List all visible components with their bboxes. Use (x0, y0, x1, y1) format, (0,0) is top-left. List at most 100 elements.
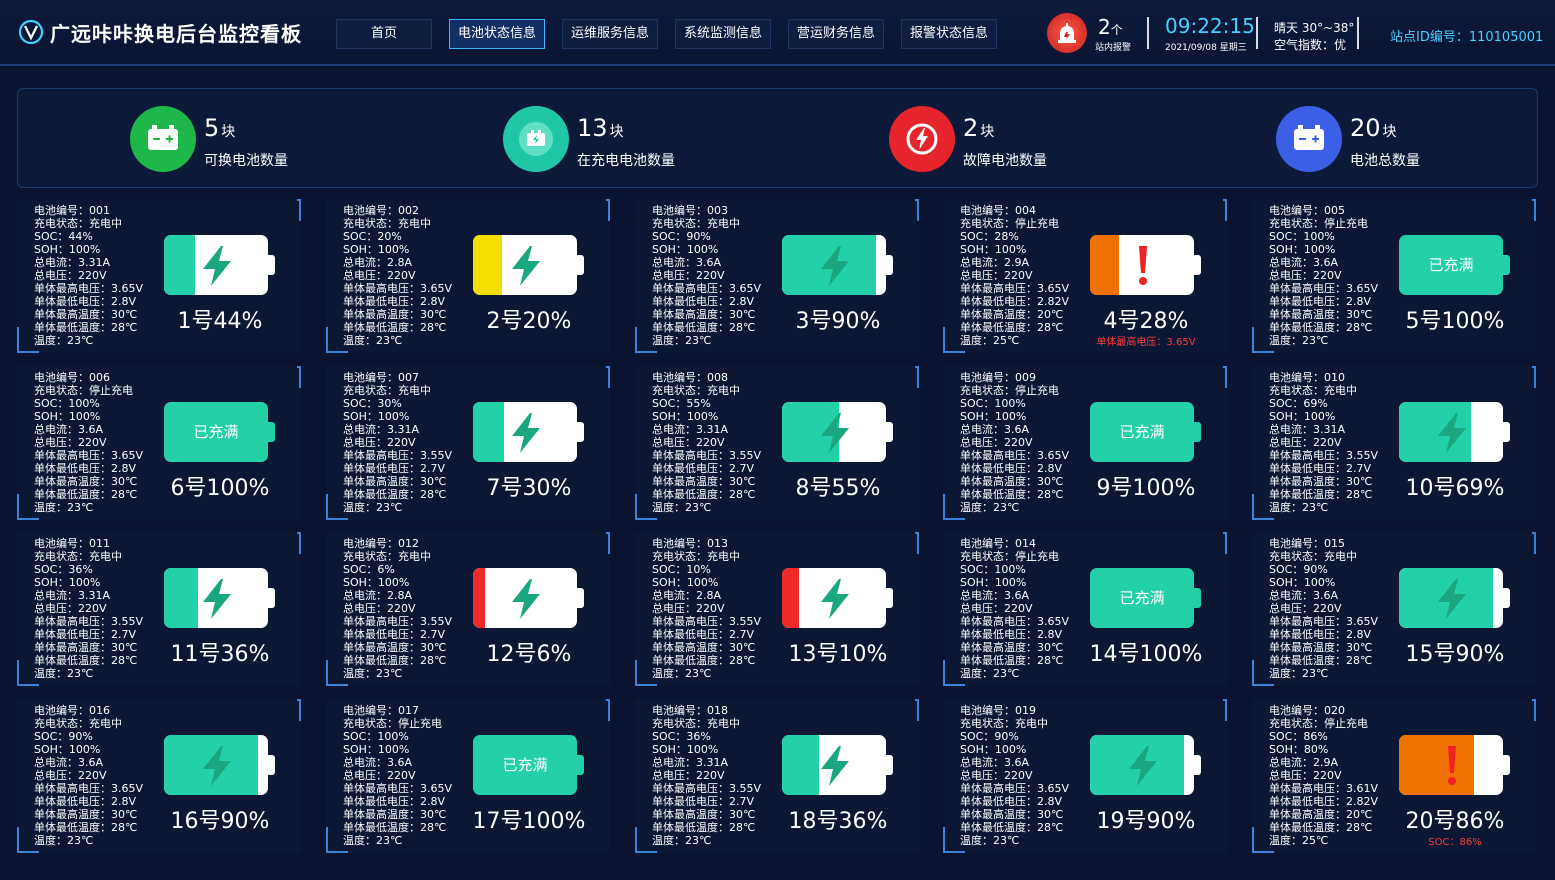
card-corner (635, 660, 637, 686)
lightning-icon (512, 246, 540, 286)
battery-info: 电池编号：015 充电状态：充电中 SOC：90% SOH：100% 总电流：3.6A 总… (1269, 537, 1378, 680)
nav-home[interactable]: 首页 (336, 19, 432, 49)
info-line-soc: SOC：100% (1269, 230, 1335, 243)
info-line-tmin: 单体最低温度：28℃ (960, 821, 1064, 834)
battery-title: 11号36% (170, 642, 270, 667)
card-corner (326, 494, 328, 520)
battery-card[interactable]: 电池编号：008 充电状态：充电中 SOC：55% SOH：100% 总电流：3.31A… (635, 366, 919, 520)
battery-title: 18号36% (788, 809, 888, 834)
lightning-icon (821, 746, 849, 786)
nav-battery-status[interactable]: 电池状态信息 (449, 19, 545, 49)
battery-card[interactable]: 电池编号：018 充电状态：充电中 SOC：36% SOH：100% 总电流：3.31A… (635, 699, 919, 853)
battery-card[interactable]: 电池编号：003 充电状态：充电中 SOC：90% SOH：100% 总电流：3.6A 总… (635, 199, 919, 353)
info-line-vmin: 单体最低电压：2.7V (34, 628, 137, 641)
battery-card[interactable]: 电池编号：005 充电状态：停止充电 SOC：100% SOH：100% 总电流：3.6… (1252, 199, 1536, 353)
stat-label: 故障电池数量 (963, 153, 1047, 169)
card-corner (943, 494, 945, 520)
info-line-tmin: 单体最低温度：28℃ (343, 821, 447, 834)
info-line-id: 电池编号：006 (34, 371, 110, 384)
alarm-icon[interactable] (1047, 13, 1087, 53)
info-line-current: 总电流：3.6A (960, 589, 1030, 602)
battery-level-fill (782, 735, 820, 795)
battery-card[interactable]: 电池编号：015 充电状态：充电中 SOC：90% SOH：100% 总电流：3.6A 总… (1252, 532, 1536, 686)
weather-text: 晴天 30°~38° (1274, 21, 1355, 35)
info-line-soh: SOH：100% (34, 743, 101, 756)
alarm-label: 站内报警 (1095, 43, 1132, 53)
battery-title: 10号69% (1405, 476, 1505, 501)
info-line-vmin: 单体最低电压：2.8V (960, 462, 1063, 475)
info-line-vmax: 单体最高电压：3.55V (34, 615, 144, 628)
battery-info: 电池编号：018 充电状态：充电中 SOC：36% SOH：100% 总电流：3.31A… (652, 704, 761, 847)
divider (1256, 17, 1258, 49)
battery-card[interactable]: 电池编号：013 充电状态：充电中 SOC：10% SOH：100% 总电流：2.8A 总… (635, 532, 919, 686)
battery-cap (1194, 255, 1201, 275)
info-line-soh: SOH：100% (652, 410, 719, 423)
info-line-id: 电池编号：001 (34, 204, 110, 217)
battery-card[interactable]: 电池编号：019 充电状态：充电中 SOC：90% SOH：100% 总电流：3.6A 总… (943, 699, 1227, 853)
lightning-icon (1129, 746, 1157, 786)
info-line-vmax: 单体最高电压：3.65V (1269, 282, 1379, 295)
info-line-status: 充电状态：停止充电 (1269, 217, 1368, 230)
battery-card[interactable]: 电池编号：002 充电状态：充电中 SOC：20% SOH：100% 总电流：2.8A 总… (326, 199, 610, 353)
battery-title: 2号20% (486, 309, 572, 334)
battery-card[interactable]: 电池编号：001 充电状态：充电中 SOC：44% SOH：100% 总电流：3.31A… (17, 199, 301, 353)
card-corner (943, 327, 945, 353)
battery-card[interactable]: 电池编号：007 充电状态：充电中 SOC：30% SOH：100% 总电流：3.31A… (326, 366, 610, 520)
nav-finance[interactable]: 营运财务信息 (788, 19, 884, 49)
battery-card[interactable]: 电池编号：012 充电状态：充电中 SOC：6% SOH：100% 总电流：2.8A 总电… (326, 532, 610, 686)
info-line-voltage: 总电压：220V (960, 436, 1033, 449)
battery-info: 电池编号：001 充电状态：充电中 SOC：44% SOH：100% 总电流：3.31A… (34, 204, 143, 347)
nav-system-monitor[interactable]: 系统监测信息 (675, 19, 771, 49)
info-line-current: 总电流：3.31A (1269, 423, 1346, 436)
battery-total-icon (1276, 106, 1342, 172)
battery-graphic (473, 568, 585, 628)
info-line-soc: SOC：100% (960, 563, 1026, 576)
battery-title: 4号28% (1103, 309, 1189, 334)
battery-card[interactable]: 电池编号：011 充电状态：充电中 SOC：36% SOH：100% 总电流：3.31A… (17, 532, 301, 686)
logo-icon (18, 19, 44, 45)
battery-title: 12号6% (486, 642, 572, 667)
battery-body (473, 402, 577, 462)
battery-body (164, 735, 268, 795)
lightning-icon (512, 579, 540, 619)
nav-maintenance[interactable]: 运维服务信息 (562, 19, 658, 49)
info-line-id: 电池编号：009 (960, 371, 1036, 384)
info-line-voltage: 总电压：220V (343, 436, 416, 449)
battery-graphic (782, 402, 894, 462)
battery-card[interactable]: 电池编号：004 充电状态：停止充电 SOC：28% SOH：100% 总电流：2.9A… (943, 199, 1227, 353)
nav-alarm[interactable]: 报警状态信息 (901, 19, 997, 49)
card-corner (1252, 327, 1254, 353)
battery-card[interactable]: 电池编号：009 充电状态：停止充电 SOC：100% SOH：100% 总电流：3.6… (943, 366, 1227, 520)
divider (1357, 17, 1359, 49)
card-corner (1252, 849, 1274, 853)
info-line-soc: SOC：100% (34, 397, 100, 410)
info-line-current: 总电流：2.8A (652, 589, 722, 602)
info-line-tmin: 单体最低温度：28℃ (652, 821, 756, 834)
info-line-vmin: 单体最低电压：2.82V (960, 295, 1070, 308)
battery-card[interactable]: 电池编号：014 充电状态：停止充电 SOC：100% SOH：100% 总电流：3.6… (943, 532, 1227, 686)
battery-alert: SOC：86% (1428, 837, 1482, 848)
battery-card[interactable]: 电池编号：010 充电状态：充电中 SOC：69% SOH：100% 总电流：3.31A… (1252, 366, 1536, 520)
info-line-tmin: 单体最低温度：28℃ (34, 821, 138, 834)
top-header: 广远咔咔换电后台监控看板 首页 电池状态信息 运维服务信息 系统监测信息 营运财… (0, 0, 1555, 66)
battery-card[interactable]: 电池编号：020 充电状态：停止充电 SOC：86% SOH：80% 总电流：2.9A 总… (1252, 699, 1536, 853)
info-line-tmax: 单体最高温度：30℃ (343, 308, 447, 321)
info-line-status: 充电状态：充电中 (1269, 550, 1357, 563)
info-line-soc: SOC：90% (652, 230, 711, 243)
info-line-soh: SOH：80% (1269, 743, 1329, 756)
full-label: 已充满 (193, 423, 239, 441)
card-corner (915, 699, 919, 721)
battery-card[interactable]: 电池编号：016 充电状态：充电中 SOC：90% SOH：100% 总电流：3.6A 总… (17, 699, 301, 853)
info-line-id: 电池编号：019 (960, 704, 1036, 717)
info-line-vmin: 单体最低电压：2.8V (34, 295, 137, 308)
battery-level-fill (1090, 235, 1120, 295)
exclamation-icon (1448, 746, 1456, 785)
info-line-current: 总电流：3.31A (652, 756, 729, 769)
info-line-current: 总电流：3.6A (1269, 589, 1339, 602)
card-corner (326, 849, 348, 853)
info-line-temp: 温度：23℃ (1269, 501, 1329, 514)
battery-card[interactable]: 电池编号：017 充电状态：停止充电 SOC：100% SOH：100% 总电流：3.6… (326, 699, 610, 853)
battery-card[interactable]: 电池编号：006 充电状态：停止充电 SOC：100% SOH：100% 总电流：3.6… (17, 366, 301, 520)
stat-label: 在充电电池数量 (577, 153, 675, 169)
info-line-tmin: 单体最低温度：28℃ (34, 654, 138, 667)
